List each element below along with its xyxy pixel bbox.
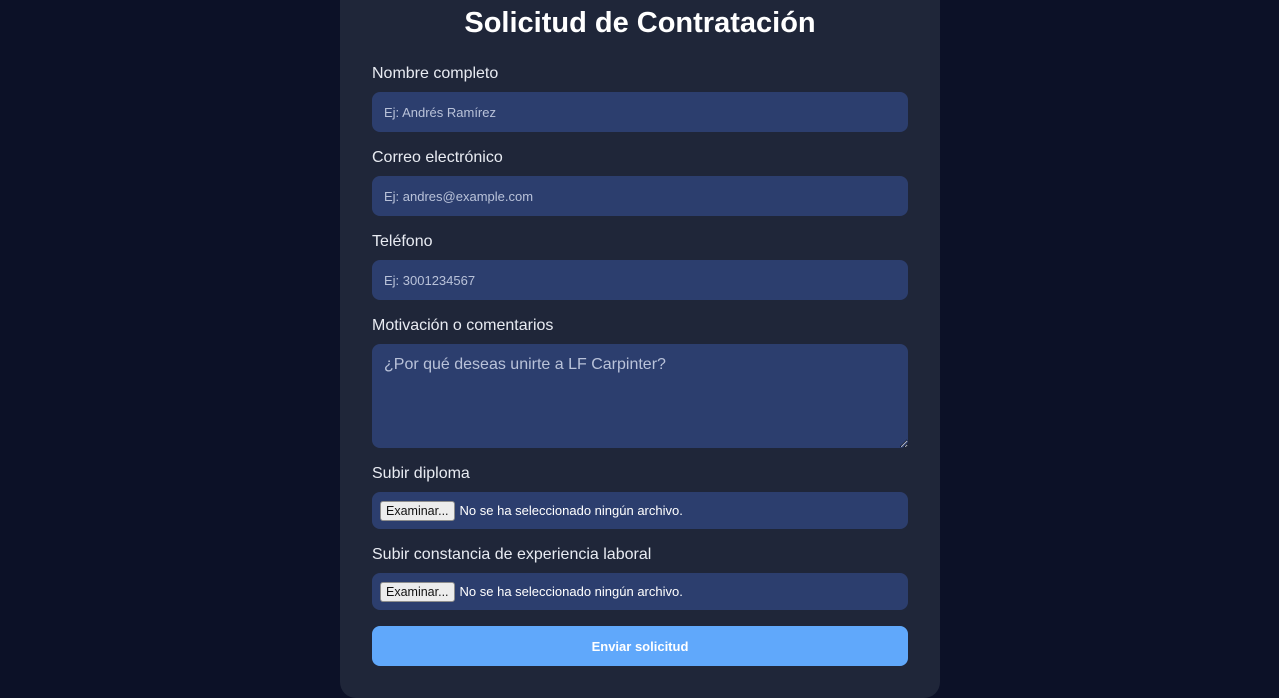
- diploma-file-status: No se ha seleccionado ningún archivo.: [459, 503, 683, 518]
- name-input[interactable]: [372, 92, 908, 132]
- page-title: Solicitud de Contratación: [464, 7, 816, 39]
- application-form-card: Solicitud de Contratación Nombre complet…: [340, 0, 940, 698]
- experience-file-input[interactable]: Examinar... No se ha seleccionado ningún…: [372, 573, 908, 610]
- diploma-file-input[interactable]: Examinar... No se ha seleccionado ningún…: [372, 492, 908, 529]
- phone-label: Teléfono: [372, 233, 433, 250]
- experience-browse-button[interactable]: Examinar...: [380, 581, 455, 602]
- motivation-label: Motivación o comentarios: [372, 317, 554, 334]
- submit-button[interactable]: Enviar solicitud: [372, 626, 908, 666]
- email-input[interactable]: [372, 176, 908, 216]
- diploma-label: Subir diploma: [372, 465, 470, 482]
- name-label: Nombre completo: [372, 65, 499, 82]
- diploma-browse-button[interactable]: Examinar...: [380, 500, 455, 521]
- email-label: Correo electrónico: [372, 149, 503, 166]
- motivation-textarea[interactable]: [372, 344, 908, 448]
- experience-file-status: No se ha seleccionado ningún archivo.: [459, 584, 683, 599]
- phone-input[interactable]: [372, 260, 908, 300]
- experience-label: Subir constancia de experiencia laboral: [372, 546, 652, 563]
